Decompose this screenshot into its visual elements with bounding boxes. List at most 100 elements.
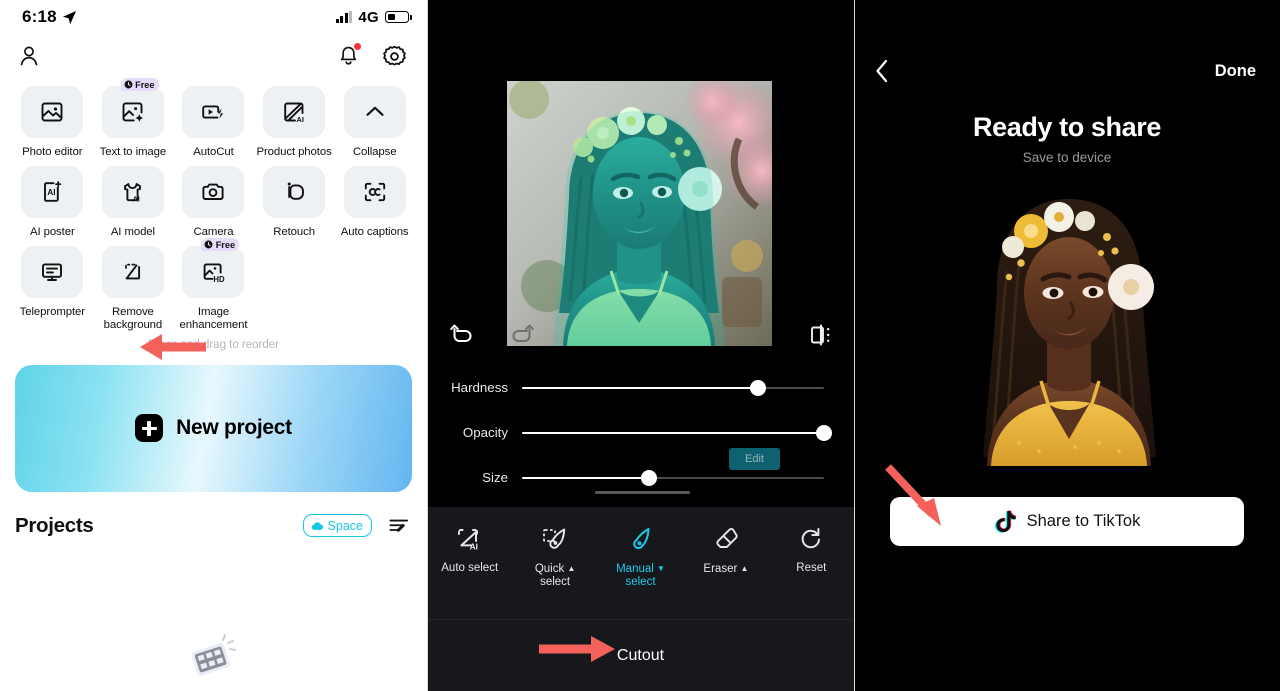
slider-label: Hardness: [451, 380, 508, 395]
cutout-action-bar[interactable]: Cutout: [427, 619, 854, 691]
tool-remove-background[interactable]: Remove background: [93, 246, 174, 331]
toolbar-quick-select[interactable]: Quick ▲ select: [512, 525, 597, 590]
tool-teleprompter[interactable]: Teleprompter: [12, 246, 93, 330]
free-badge-label: Free: [135, 79, 155, 90]
status-bar: 6:18 4G: [0, 0, 427, 34]
toolbar-manual-select[interactable]: Manual ▼ select: [598, 525, 683, 590]
toolbar-eraser[interactable]: Eraser ▲: [683, 525, 768, 590]
share-title: Ready to share: [973, 112, 1161, 142]
signal-bars-icon: [335, 11, 353, 23]
tool-tile: AI: [263, 86, 326, 138]
tool-tile: HD: [182, 246, 245, 299]
tool-label: Teleprompter: [19, 306, 85, 319]
edit-button[interactable]: Edit: [729, 447, 780, 470]
annotation-arrow-remove-background: [140, 334, 206, 360]
reset-icon: [801, 528, 821, 549]
tool-label: Retouch: [273, 226, 315, 239]
tool-tile: [182, 86, 245, 138]
projects-title: Projects: [15, 513, 94, 537]
new-project-button[interactable]: New project: [15, 364, 412, 492]
slider-knob: [640, 469, 657, 486]
done-button[interactable]: Done: [1215, 62, 1256, 81]
toolbar-label-line2: select: [625, 576, 656, 589]
svg-text:AI: AI: [47, 187, 55, 197]
undo-icon[interactable]: [449, 323, 475, 347]
tool-image-enhancement[interactable]: Free HD Image enhancement: [173, 238, 254, 331]
tool-product-photos[interactable]: AI Product photos: [254, 86, 335, 158]
redo-icon[interactable]: [509, 323, 535, 347]
profile-icon[interactable]: [16, 43, 42, 69]
slider-track[interactable]: Edit: [522, 447, 824, 488]
retouch-face-icon: [287, 182, 305, 200]
middle-editor-panel: Hardness Opacity Size Edit AI Auto selec…: [427, 0, 854, 691]
film-strip-icon: [190, 634, 236, 676]
eraser-icon: [716, 527, 738, 548]
annotation-arrow-share-tiktok: [885, 464, 941, 526]
panel-divider-2: [854, 0, 855, 691]
tool-photo-editor[interactable]: Photo editor: [12, 86, 93, 158]
slider-hardness[interactable]: Hardness: [427, 365, 854, 410]
chevron-up-icon: [366, 106, 384, 116]
chevron-left-icon[interactable]: [874, 58, 890, 84]
tool-ai-poster[interactable]: AI AI poster: [12, 166, 93, 238]
tool-label: AutoCut: [193, 146, 234, 158]
left-phone-panel: 6:18 4G Photo editor Free Text to image …: [0, 0, 427, 691]
gear-icon[interactable]: [382, 44, 407, 69]
history-controls: [449, 323, 535, 347]
free-badge-label: Free: [215, 239, 236, 250]
editor-photo-image: [507, 81, 772, 346]
tool-label: Auto captions: [340, 226, 409, 239]
tool-ai-model[interactable]: AI AI model: [93, 166, 174, 238]
cutout-label: Cutout: [616, 646, 665, 664]
slider-label: Size: [482, 470, 508, 485]
screenshot-stage: 6:18 4G Photo editor Free Text to image …: [0, 0, 1280, 691]
status-right-group: 4G: [335, 9, 412, 26]
editor-toolbar: AI Auto select Quick ▲ select Manual ▼ s…: [427, 507, 854, 619]
tool-tile: [343, 166, 406, 219]
tool-auto-captions[interactable]: Auto captions: [334, 166, 415, 238]
tool-tile: [101, 86, 164, 138]
slider-knob: [816, 424, 832, 441]
tool-tile: [263, 166, 326, 219]
toolbar-label-line2: select: [540, 576, 571, 589]
tool-label: Text to image: [99, 146, 167, 158]
tool-tile: [182, 166, 245, 219]
bell-icon[interactable]: [337, 43, 361, 68]
location-arrow-icon: [62, 10, 76, 24]
clock-icon: [124, 80, 133, 89]
slider-track[interactable]: [522, 423, 832, 443]
tool-tile: AI: [101, 166, 164, 219]
toolbar-label-text: Quick ▲: [534, 562, 576, 575]
compare-split-icon[interactable]: [808, 323, 834, 347]
ai-shirt-icon: AI: [124, 182, 142, 203]
tool-label: AI model: [110, 226, 155, 239]
slider-opacity[interactable]: Opacity: [427, 410, 854, 455]
tool-camera[interactable]: Camera: [173, 166, 254, 238]
editor-top-bar: [427, 313, 854, 357]
tool-tile: [21, 246, 84, 299]
editor-photo[interactable]: [507, 81, 772, 346]
tool-tile: [101, 246, 164, 299]
projects-header: Projects Space: [0, 492, 427, 538]
brush-settings: Hardness Opacity Size Edit: [427, 365, 854, 500]
tool-retouch[interactable]: Retouch: [254, 166, 335, 238]
tool-label: Collapse: [352, 146, 397, 158]
toolbar-reset[interactable]: Reset: [769, 525, 854, 590]
tool-autocut[interactable]: AutoCut: [173, 86, 254, 158]
caret-up-icon: ▲: [740, 564, 749, 573]
clock-icon: [204, 240, 213, 249]
tool-text-to-image[interactable]: Free Text to image: [93, 78, 174, 158]
slider-track[interactable]: [522, 378, 824, 398]
tool-tile: AI: [21, 166, 84, 219]
manual-select-brush-icon: [632, 528, 650, 550]
toolbar-auto-select[interactable]: AI Auto select: [427, 525, 512, 590]
slider-size[interactable]: Size Edit: [427, 447, 854, 500]
tools-row-2: AI AI poster AI AI model Camera Retouch …: [12, 166, 415, 238]
space-button[interactable]: Space: [302, 514, 372, 538]
edit-list-icon[interactable]: [388, 516, 410, 536]
tool-collapse[interactable]: Collapse: [334, 86, 415, 158]
annotation-arrow-cutout: [539, 636, 615, 662]
share-top-bar: Done: [854, 56, 1280, 86]
slider-knob: [749, 379, 766, 396]
tiktok-icon: [994, 510, 1016, 533]
